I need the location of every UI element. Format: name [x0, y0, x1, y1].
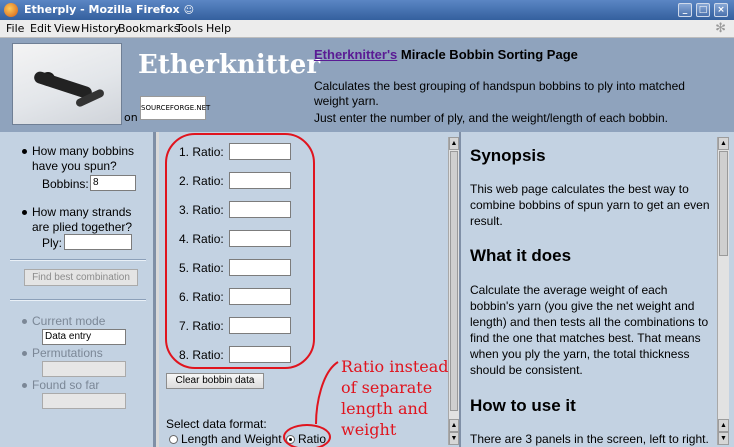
- annotation-callout: Ratio instead of separate length and wei…: [341, 357, 449, 439]
